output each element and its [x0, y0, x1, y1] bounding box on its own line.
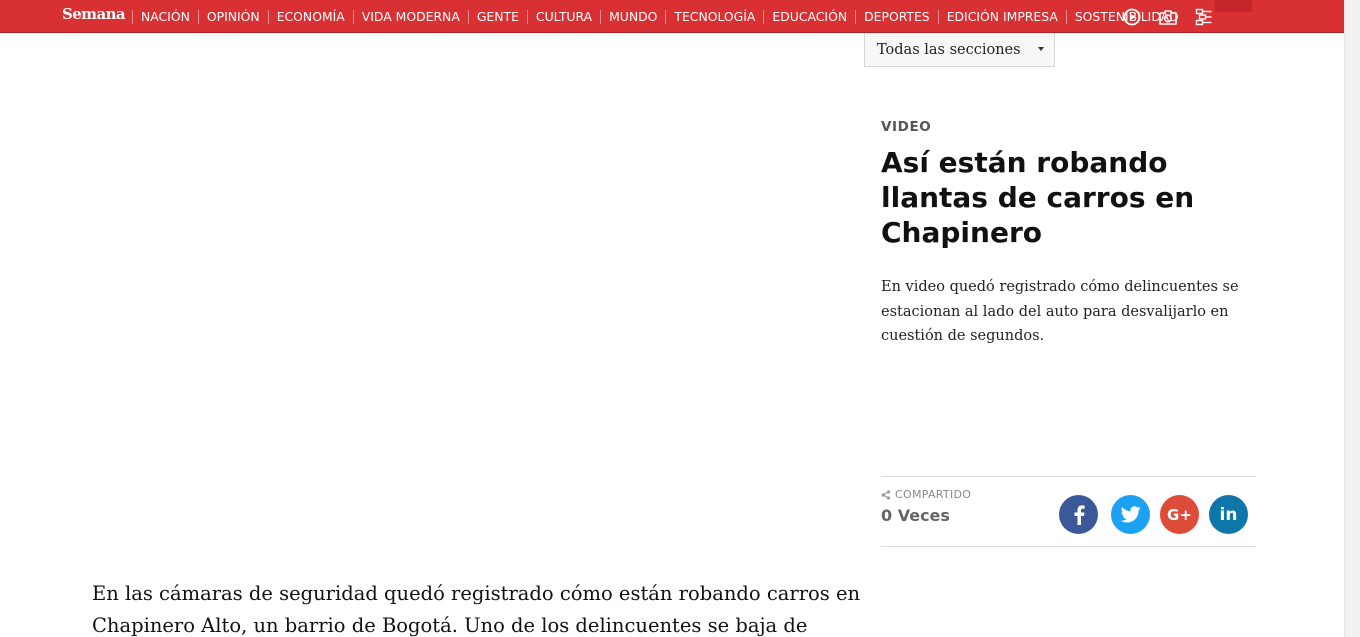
share-label: COMPARTIDO	[881, 488, 971, 501]
twitter-icon	[1120, 506, 1141, 523]
nav-item-cultura[interactable]: CULTURA	[526, 9, 600, 24]
nav-item-opinion[interactable]: OPINIÓN	[197, 9, 268, 24]
site-logo[interactable]: Semana	[62, 5, 126, 23]
linkedin-icon: in	[1219, 504, 1238, 525]
google-plus-share-button[interactable]: G+	[1160, 495, 1199, 534]
nav-icons	[1120, 7, 1216, 27]
page-scrollbar[interactable]	[1344, 0, 1360, 637]
linkedin-share-button[interactable]: in	[1209, 495, 1248, 534]
nav-item-nacion[interactable]: NACIÓN	[132, 9, 198, 24]
nav-item-economia[interactable]: ECONOMÍA	[267, 9, 353, 24]
chevron-down-icon	[1038, 47, 1044, 51]
share-count: 0 Veces	[881, 506, 950, 525]
header-tab[interactable]	[1215, 0, 1252, 12]
article-category[interactable]: VIDEO	[881, 119, 931, 135]
sections-menu-icon[interactable]	[1192, 7, 1216, 27]
google-plus-icon: G+	[1167, 505, 1192, 524]
share-block: COMPARTIDO 0 Veces G+ in	[881, 476, 1256, 547]
nav-item-edicion-impresa[interactable]: EDICIÓN IMPRESA	[937, 9, 1066, 24]
nav-item-deportes[interactable]: DEPORTES	[855, 9, 938, 24]
facebook-share-button[interactable]	[1059, 495, 1098, 534]
article-body: En las cámaras de seguridad quedó regist…	[92, 582, 861, 637]
nav-item-gente[interactable]: GENTE	[467, 9, 527, 24]
article-title: Así están robando llantas de carros en C…	[881, 146, 1195, 249]
nav-item-mundo[interactable]: MUNDO	[600, 9, 665, 24]
twitter-share-button[interactable]	[1111, 495, 1150, 534]
sections-dropdown[interactable]: Todas las secciones	[864, 33, 1055, 67]
camera-icon[interactable]	[1156, 7, 1180, 27]
top-navigation-bar: Semana NACIÓN OPINIÓN ECONOMÍA VIDA MODE…	[0, 0, 1344, 33]
main-nav: NACIÓN OPINIÓN ECONOMÍA VIDA MODERNA GEN…	[132, 0, 1187, 33]
article-lead: En video quedó registrado cómo delincuen…	[881, 279, 1239, 344]
facebook-icon	[1074, 504, 1085, 525]
play-icon[interactable]	[1120, 7, 1144, 27]
share-label-text: COMPARTIDO	[895, 488, 972, 501]
nav-item-tecnologia[interactable]: TECNOLOGÍA	[665, 9, 763, 24]
sections-dropdown-value: Todas las secciones	[877, 41, 1021, 58]
share-icon	[881, 489, 891, 500]
nav-item-educacion[interactable]: EDUCACIÓN	[763, 9, 855, 24]
nav-item-vida-moderna[interactable]: VIDA MODERNA	[352, 9, 468, 24]
